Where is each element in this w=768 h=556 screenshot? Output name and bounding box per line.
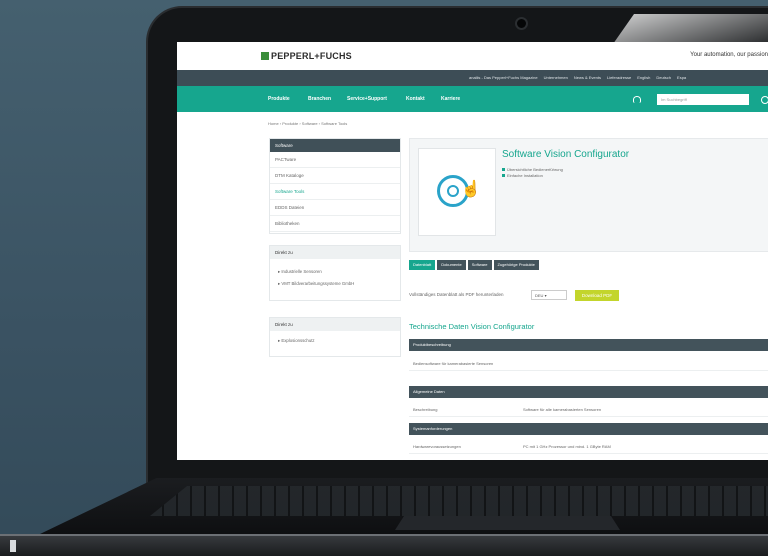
headset-icon[interactable] xyxy=(633,96,641,103)
sidebar-item[interactable]: EDDS Dateien xyxy=(270,200,400,216)
util-link[interactable]: English xyxy=(637,75,650,80)
util-link[interactable]: Unternehmen xyxy=(544,75,568,80)
tab-datenblatt[interactable]: Datenblatt xyxy=(409,260,436,270)
site-header: PEPPERL+FUCHS Your automation, our passi… xyxy=(177,42,768,70)
keyboard xyxy=(150,486,768,516)
sidebar-direkt-1: Direkt zu ▸ Industrielle Sensoren ▸ VMT … xyxy=(269,245,401,301)
section-head[interactable]: Allgemeine Daten xyxy=(409,386,768,398)
sidebar-item[interactable]: Bibliotheken xyxy=(270,216,400,232)
util-link[interactable]: News & Events xyxy=(574,75,601,80)
trackpad xyxy=(395,516,620,530)
sidebar-head[interactable]: Software xyxy=(270,139,400,152)
tab-software[interactable]: Software xyxy=(467,260,492,270)
tab-dokumente[interactable]: Dokumente xyxy=(437,260,466,270)
slogan: Your automation, our passion xyxy=(690,52,768,58)
disc-center-icon xyxy=(447,185,459,197)
search-icon[interactable] xyxy=(761,96,768,104)
sidebar-direkt-2: Direkt zu ▸ Explosionsschutz xyxy=(269,317,401,357)
tech-data-title: Technische Daten Vision Configurator xyxy=(409,322,535,331)
logo-mark-icon xyxy=(261,52,269,60)
laptop-screen: PEPPERL+FUCHS Your automation, our passi… xyxy=(177,42,768,460)
language-select[interactable]: DEU ▾ xyxy=(531,290,567,300)
product-title: Software Vision Configurator xyxy=(502,149,630,160)
pdf-label: Vollständiges Datenblatt als PDF herunte… xyxy=(409,292,504,297)
camera-icon xyxy=(515,17,528,30)
sidebar-box-head: Direkt zu xyxy=(270,246,400,259)
nav-item-branchen[interactable]: Branchen xyxy=(308,96,331,102)
laptop-front xyxy=(0,534,768,556)
util-link[interactable]: Deutsch xyxy=(656,75,671,80)
hand-cursor-icon: ☝ xyxy=(461,181,481,198)
laptop-edge xyxy=(0,534,768,536)
section-row: Hardwarevoraussetzungen PC mit 1 GHz Proz… xyxy=(409,440,768,454)
product-image: ☝ xyxy=(418,148,496,236)
nav-item-kontakt[interactable]: Kontakt xyxy=(406,96,425,102)
product-box: ☝ Software Vision Configurator Übersicht… xyxy=(409,138,768,252)
sidebar-link[interactable]: ▸ Explosionsschutz xyxy=(270,331,400,344)
download-pdf-button[interactable]: Download PDF xyxy=(575,290,619,301)
nav-item-produkte[interactable]: Produkte xyxy=(268,96,290,102)
utility-bar: analiis - Das Pepperl+Fuchs Magazine Unt… xyxy=(177,70,768,86)
util-link[interactable]: Espa xyxy=(677,75,686,80)
util-link[interactable]: analiis - Das Pepperl+Fuchs Magazine xyxy=(469,75,538,80)
sidebar-link[interactable]: ▸ Industrielle Sensoren xyxy=(270,259,400,275)
sidebar-item[interactable]: DTM Kataloge xyxy=(270,168,400,184)
product-tabs: Datenblatt Dokumente Software Zugehörige… xyxy=(409,260,539,270)
nav-item-service[interactable]: Service+Support xyxy=(347,96,387,102)
tab-zugehoerige[interactable]: Zugehörige Produkte xyxy=(493,260,539,270)
product-bullet: Einfache Installation xyxy=(502,173,543,178)
laptop-foot xyxy=(10,540,16,552)
sidebar-box-head: Direkt zu xyxy=(270,318,400,331)
section-head[interactable]: Produktbeschreibung xyxy=(409,339,768,351)
util-link[interactable]: Lieferadresse xyxy=(607,75,631,80)
product-bullet: Übersichtliche Bedienerführung xyxy=(502,167,563,172)
breadcrumb[interactable]: Home › Produkte › Software › Software To… xyxy=(268,121,347,126)
logo-text: PEPPERL+FUCHS xyxy=(271,51,352,61)
sidebar-link[interactable]: ▸ VMT Bildverarbeitungssysteme GmbH xyxy=(270,275,400,287)
section-row: Beschreibung Software für alle kamerabasi… xyxy=(409,403,768,417)
section-head[interactable]: Systemanforderungen xyxy=(409,423,768,435)
section-row: Bediensoftware für kamerabasierte Sensor… xyxy=(409,357,768,371)
sidebar-item[interactable]: PACTware xyxy=(270,152,400,168)
sidebar-software: Software PACTware DTM Kataloge Software … xyxy=(269,138,401,234)
search-input[interactable]: Im Suchbegriff xyxy=(657,94,749,105)
nav-item-karriere[interactable]: Karriere xyxy=(441,96,460,102)
brand-logo[interactable]: PEPPERL+FUCHS xyxy=(261,51,352,61)
sidebar-item-active[interactable]: Software Tools xyxy=(270,184,400,200)
main-nav: Produkte Branchen Service+Support Kontak… xyxy=(177,86,768,112)
